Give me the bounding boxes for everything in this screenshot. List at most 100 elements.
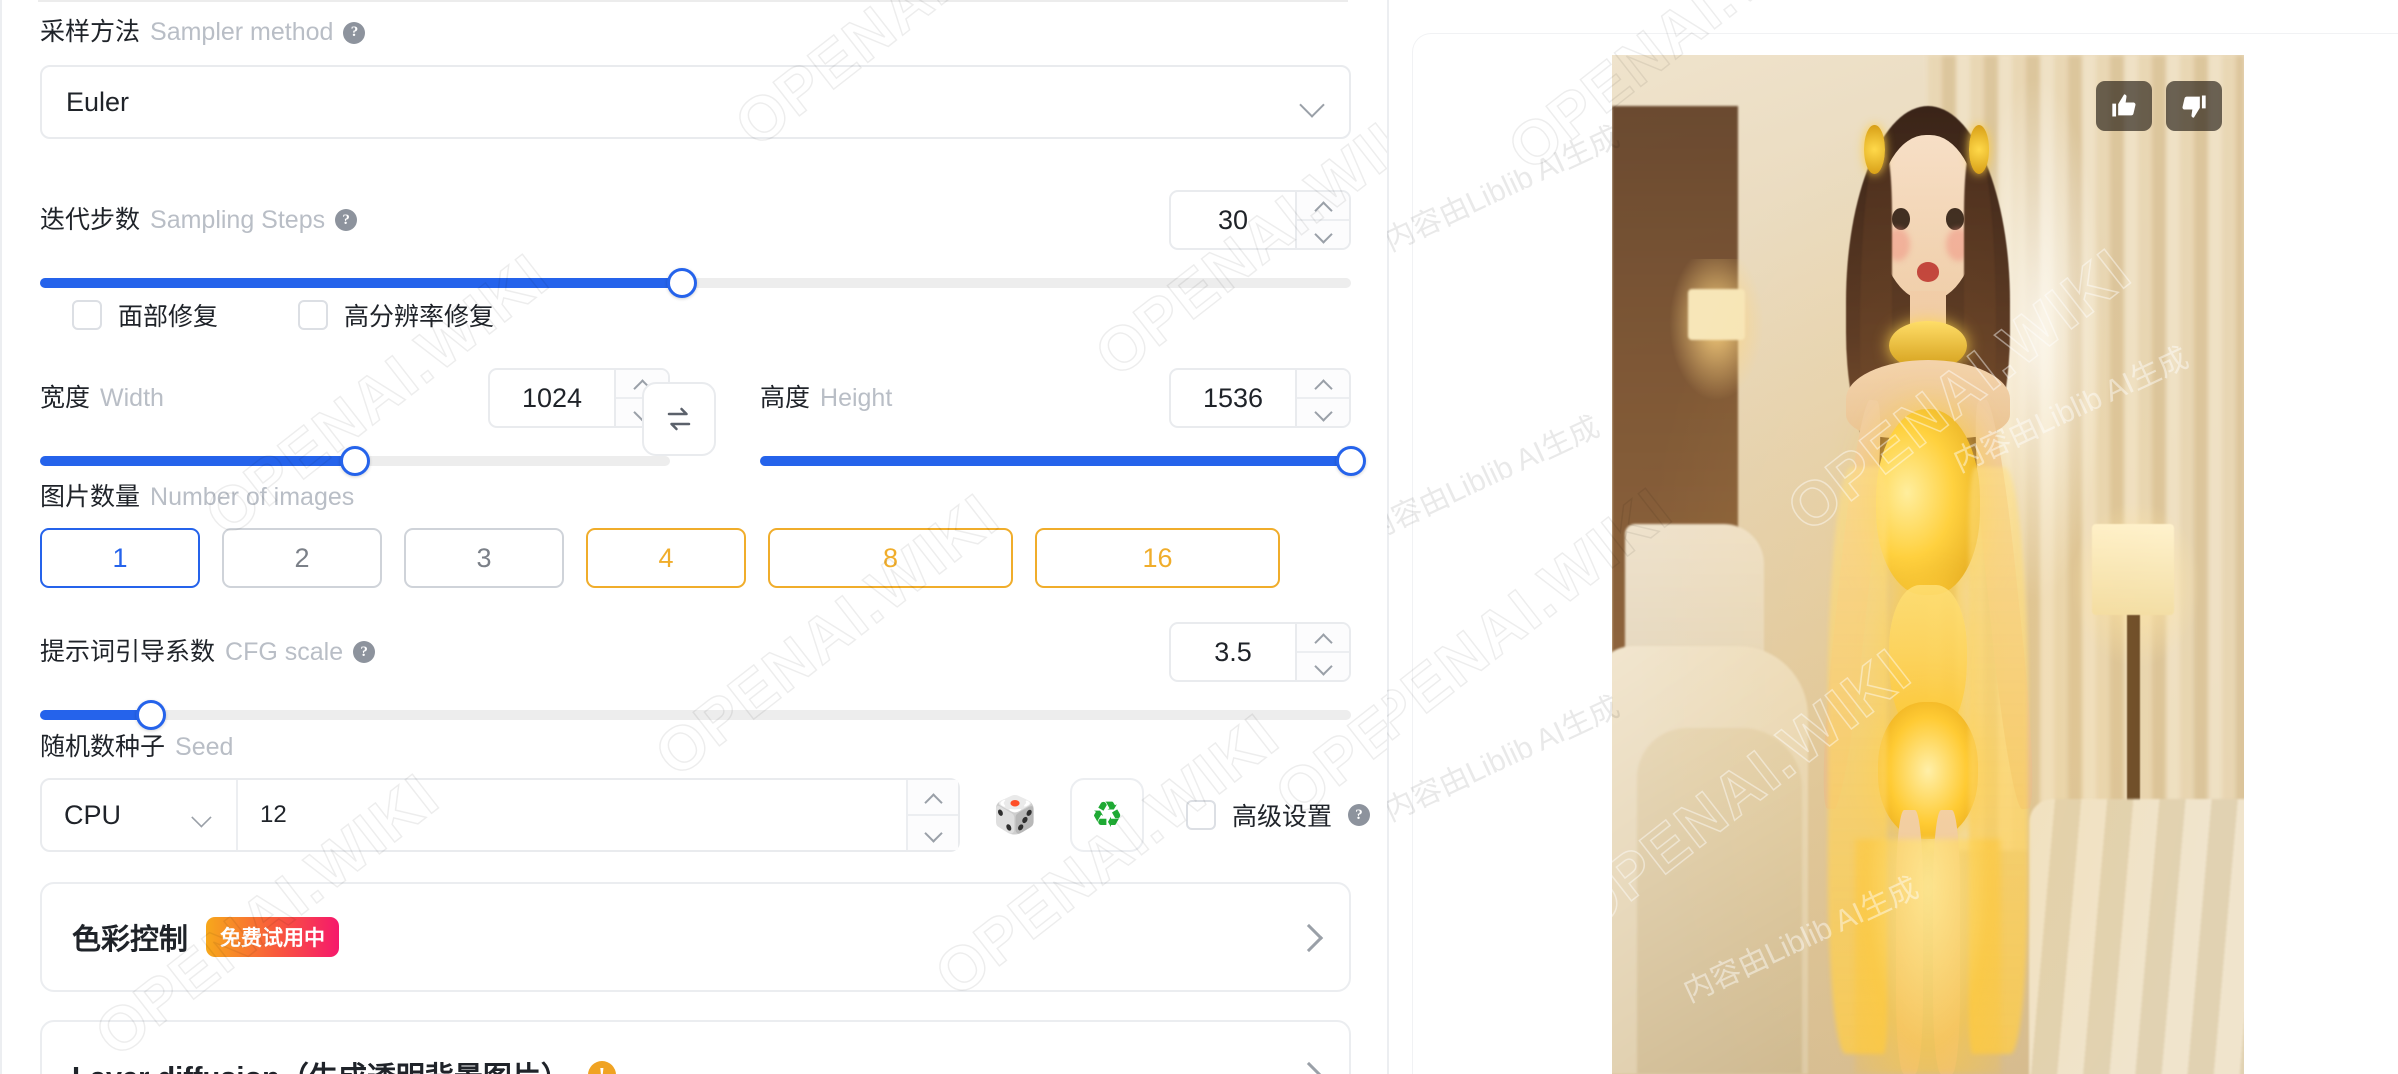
height-slider[interactable] [760,446,1366,476]
image-count-option[interactable]: 3 [404,528,564,588]
number-of-images-label-en: Number of images [150,483,355,511]
cfg-scale-label-cn: 提示词引导系数 [40,637,216,666]
random-seed-dice-button[interactable]: 🎲 [978,778,1052,852]
watermark-liblib: 内容由Liblib AI生成 [1387,120,1625,259]
color-control-title-group: 色彩控制 免费试用中 [72,916,340,958]
seed-device-select[interactable]: CPU [42,780,238,850]
image-count-option[interactable]: 16 [1035,528,1280,588]
caret-up-icon [1314,633,1333,652]
height-label: 高度 Height [760,383,893,412]
sampling-steps-stepper[interactable]: 30 [1169,190,1351,250]
restore-face-checkbox-row[interactable]: 面部修复 [72,297,218,333]
question-icon[interactable]: ? [343,21,366,44]
thumbs-up-icon [2112,94,2136,117]
restore-face-checkbox[interactable] [72,300,102,330]
cfg-scale-stepper[interactable]: 3.5 [1169,622,1351,682]
stepper-decrement-button[interactable] [1297,399,1349,426]
width-label-en: Width [100,383,164,412]
image-count-option[interactable]: 1 [40,528,200,588]
seed-value[interactable]: 12 [238,780,906,850]
chevron-right-icon[interactable] [1299,927,1319,947]
cfg-scale-slider[interactable] [40,700,1351,730]
sampling-steps-group: 迭代步数 Sampling Steps ? 30 [40,190,1351,298]
stepper-increment-button[interactable] [1297,624,1349,653]
sampling-steps-arrows [1295,192,1349,248]
sampler-method-value: Euler [66,86,130,117]
seed-arrows [906,780,958,850]
color-control-card[interactable]: 色彩控制 免费试用中 [40,882,1351,992]
swap-dimensions-button[interactable] [642,382,716,456]
slider-thumb[interactable] [340,446,370,476]
hires-fix-checkbox-row[interactable]: 高分辨率修复 [298,297,494,333]
slider-thumb[interactable] [667,268,698,298]
seed-increment-button[interactable] [908,780,958,816]
recycle-icon: ♻ [1090,794,1124,835]
stepper-increment-button[interactable] [1297,370,1349,399]
stepper-decrement-button[interactable] [1297,221,1349,248]
dice-icon: 🎲 [992,794,1038,835]
question-icon[interactable]: ? [335,209,358,231]
slider-fill [40,278,683,288]
height-group: 高度 Height 1536 [760,368,1366,476]
thumbs-down-button[interactable] [2166,81,2222,131]
fix-options-row: 面部修复 高分辨率修复 [72,297,494,333]
watermark-liblib: 内容由Liblib AI生成 [1387,690,1625,829]
seed-field[interactable]: CPU 12 [40,778,960,852]
advanced-settings-checkbox[interactable] [1186,800,1216,830]
sampler-method-select[interactable]: Euler [40,65,1351,139]
layer-diffusion-card[interactable]: Layer diffusion（生成透明背景图片） ! [40,1020,1351,1074]
image-count-option[interactable]: 4 [586,528,746,588]
number-of-images-label-cn: 图片数量 [40,483,141,511]
image-preview-panel: OPENAI.WIKI OPENAI.WIKI 内容由Liblib AI生成 内… [1387,0,2398,1074]
height-label-cn: 高度 [760,383,811,412]
height-value[interactable]: 1536 [1171,370,1295,426]
seed-controls-row: CPU 12 🎲 ♻ 高级设置 ? [40,778,1371,852]
advanced-settings-checkbox-row[interactable]: 高级设置 ? [1186,797,1371,833]
generation-settings-panel: 采样方法 Sampler method ? Euler 迭代步数 Samplin… [0,0,1387,1074]
generated-image[interactable]: OPENAI.WIKI OPENAI.WIKI 内容由Liblib AI生成 内… [1612,55,2244,1074]
slider-thumb[interactable] [1336,446,1366,476]
image-count-option[interactable]: 2 [222,528,382,588]
sampling-steps-slider[interactable] [40,268,1351,298]
stepper-decrement-button[interactable] [1297,653,1349,680]
slider-thumb[interactable] [136,700,167,730]
stepper-increment-button[interactable] [1297,192,1349,221]
question-icon[interactable]: ? [1348,804,1371,826]
thumbs-up-button[interactable] [2096,81,2152,131]
seed-decrement-button[interactable] [908,816,958,850]
caret-down-icon [1314,225,1333,244]
cfg-scale-label: 提示词引导系数 CFG scale ? [40,637,376,666]
question-icon[interactable]: ? [353,641,376,663]
slider-fill [760,456,1351,466]
slider-fill [40,456,355,466]
cfg-scale-group: 提示词引导系数 CFG scale ? 3.5 [40,622,1351,730]
warning-icon: ! [587,1061,616,1074]
watermark-liblib: 内容由Liblib AI生成 [1387,410,1605,549]
sampling-steps-label-en: Sampling Steps [150,205,326,234]
generated-image-scene [1612,55,2244,1074]
cfg-scale-value[interactable]: 3.5 [1171,624,1295,680]
reuse-seed-button[interactable]: ♻ [1070,778,1144,852]
cfg-scale-label-en: CFG scale [225,637,344,666]
sampler-method-label-en: Sampler method [150,18,334,46]
height-label-en: Height [820,383,893,412]
height-stepper[interactable]: 1536 [1169,368,1351,428]
number-of-images-label: 图片数量 Number of images [40,485,1280,510]
chevron-right-icon[interactable] [1299,1065,1319,1074]
width-value[interactable]: 1024 [490,370,614,426]
sampler-method-label: 采样方法 Sampler method ? [40,20,1351,45]
caret-up-icon [924,792,943,812]
color-control-title: 色彩控制 [72,924,189,956]
restore-face-label: 面部修复 [118,303,219,331]
caret-up-icon [1314,379,1333,398]
thumbs-down-icon [2182,95,2206,118]
image-count-option[interactable]: 8 [768,528,1013,588]
free-trial-badge: 免费试用中 [206,917,340,957]
layer-diffusion-title: Layer diffusion（生成透明背景图片） [72,1054,570,1074]
width-slider[interactable] [40,446,670,476]
preview-card: OPENAI.WIKI OPENAI.WIKI 内容由Liblib AI生成 内… [1387,0,2398,1074]
sampling-steps-value[interactable]: 30 [1171,192,1295,248]
hires-fix-checkbox[interactable] [298,300,329,330]
width-group: 宽度 Width 1024 [40,368,670,476]
sampler-method-label-cn: 采样方法 [40,18,141,46]
